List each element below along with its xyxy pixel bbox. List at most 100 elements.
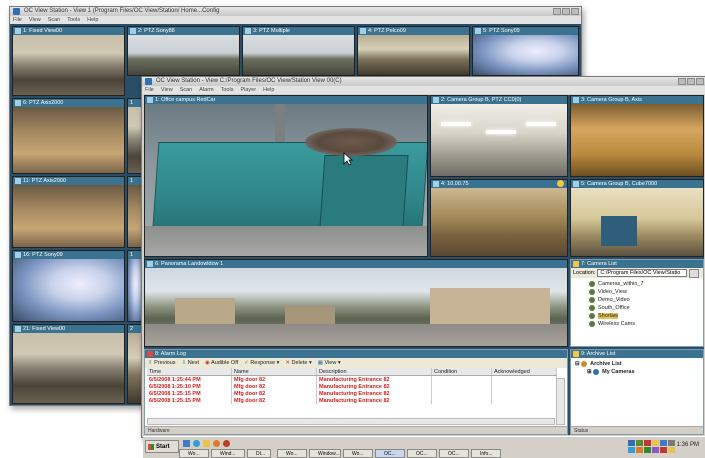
taskbar-item[interactable]: Wo... (179, 449, 209, 458)
camera-tree: Cameras_within_7 Video_View Demo_Video S… (571, 278, 703, 330)
tree-item[interactable]: Cameras_within_7 (589, 280, 699, 288)
table-row[interactable]: 6/5/2008 1:25:15 PM Mfg door 82 Manufactur… (147, 397, 557, 404)
camera-tile[interactable]: 4: 10.00.75 (430, 179, 568, 257)
column-description[interactable]: Description (316, 368, 432, 376)
tree-item[interactable]: South_Office (589, 304, 699, 312)
taskbar-item[interactable]: Info... (471, 449, 501, 458)
camera-tile[interactable]: 5: PTZ Sony09 (472, 26, 579, 76)
taskbar-item[interactable]: DI... (247, 449, 271, 458)
column-acknowledged[interactable]: Acknowledged (491, 368, 557, 376)
audible-off-button[interactable]: ◉ Audible Off (205, 358, 238, 368)
camera-tile[interactable]: 21: Fixed View00 (12, 324, 125, 404)
menu-tools[interactable]: Tools (221, 86, 234, 94)
tray-icon[interactable] (660, 447, 667, 453)
camera-tile[interactable]: 16: PTZ Sony09 (12, 250, 125, 322)
tree-item[interactable]: Shorlaw (589, 312, 699, 320)
close-button[interactable] (696, 78, 704, 85)
next-button[interactable]: ⇩ Next (182, 358, 199, 368)
camera-icon (573, 97, 579, 103)
delete-button[interactable]: ✕ Delete ▾ (285, 358, 311, 368)
tray-icon[interactable] (652, 447, 659, 453)
back-window-titlebar[interactable]: OC View Station - View 1 (Program Files/… (10, 7, 581, 16)
tree-item[interactable]: Demo_Video (589, 296, 699, 304)
tree-item[interactable]: Video_View (589, 288, 699, 296)
camera-tile[interactable]: 1 (127, 98, 142, 174)
tree-item[interactable]: ⊞ My Cameras (575, 368, 699, 376)
camera-tile[interactable]: 6: PTZ Axis2000 (12, 98, 125, 174)
maximize-button[interactable] (562, 8, 570, 15)
app-icon[interactable] (223, 440, 230, 447)
camera-tile[interactable]: 4: PTZ Pelco09 (357, 26, 470, 76)
camera-tile[interactable]: 11: PTZ Axis2000 (12, 176, 125, 248)
camera-tile[interactable]: 5: Camera Group B, Cube7000 (570, 179, 704, 257)
vertical-scrollbar[interactable] (556, 378, 565, 425)
taskbar-item[interactable]: Wo... (343, 449, 373, 458)
main-camera-tile[interactable]: 1: Offce campus RedCar (144, 95, 428, 257)
browse-button[interactable] (689, 268, 700, 278)
response-button[interactable]: ✓ Response ▾ (244, 358, 279, 368)
tray-icon[interactable] (644, 447, 651, 453)
menu-alarm[interactable]: Alarm (199, 86, 213, 94)
view-button[interactable]: ▦ View ▾ (318, 358, 341, 368)
menu-view[interactable]: View (29, 16, 41, 24)
menu-view[interactable]: View (161, 86, 173, 94)
camera-label: 1 (130, 252, 134, 258)
folder-icon[interactable] (203, 440, 210, 447)
menu-file[interactable]: File (145, 86, 154, 94)
taskbar-item[interactable]: Wind... (211, 449, 245, 458)
column-condition[interactable]: Condition (431, 368, 492, 376)
taskbar-item[interactable]: Wo... (277, 449, 307, 458)
folder-icon (593, 368, 600, 375)
menu-file[interactable]: File (13, 16, 22, 24)
previous-button[interactable]: ⇧ Previous (148, 358, 176, 368)
tray-icon[interactable] (628, 447, 635, 453)
desktop-icon[interactable] (183, 440, 190, 447)
panorama-camera-tile[interactable]: 6: Panorama Landowldow 1 (144, 259, 568, 347)
start-button[interactable]: Start (145, 440, 179, 453)
camera-tile[interactable]: 1 (127, 176, 142, 248)
tray-icon[interactable] (636, 447, 643, 453)
menu-help[interactable]: Help (87, 16, 98, 24)
menu-help[interactable]: Help (263, 86, 274, 94)
minimize-button[interactable] (678, 78, 686, 85)
taskbar-item[interactable]: Window... (309, 449, 341, 458)
front-window-titlebar[interactable]: OC View Station - View C:/Program Files/… (142, 77, 705, 86)
browser-icon[interactable] (193, 440, 200, 447)
column-name[interactable]: Name (231, 368, 317, 376)
volume-icon[interactable] (636, 440, 643, 446)
taskbar-item[interactable]: OC... (439, 449, 469, 458)
menu-scan[interactable]: Scan (48, 16, 61, 24)
taskbar-item[interactable]: OC... (407, 449, 437, 458)
camera-tile[interactable]: 2: Camera Group B, PTZ CC0(0) (430, 95, 568, 177)
camera-tile[interactable]: 2 (127, 324, 142, 404)
tray-icon[interactable] (668, 447, 675, 453)
camera-tile[interactable]: 1 (127, 250, 142, 322)
table-row[interactable]: 6/5/2008 1:25:44 PM Mfg door 82 Manufactur… (147, 375, 557, 383)
camera-label: 4: PTZ Pelco09 (368, 28, 406, 34)
camera-tile[interactable]: 3: Camera Group B, Axis (570, 95, 704, 177)
horizontal-scrollbar[interactable] (147, 418, 555, 425)
network-icon[interactable] (628, 440, 635, 446)
display-icon[interactable] (660, 440, 667, 446)
camera-tile[interactable]: 3: PTZ Multiple (242, 26, 355, 76)
security-icon[interactable] (644, 440, 651, 446)
close-button[interactable] (571, 8, 579, 15)
clock[interactable]: 1:36 PM (677, 442, 699, 448)
menu-player[interactable]: Player (240, 86, 256, 94)
update-icon[interactable] (652, 440, 659, 446)
location-input[interactable]: C:/Program Files/OC View/Statio (597, 269, 688, 277)
table-row[interactable]: 6/5/2008 1:25:10 PM Mfg door 82 Manufactur… (147, 383, 557, 390)
menu-tools[interactable]: Tools (67, 16, 80, 24)
camera-tile[interactable]: 1: Fixed View00 (12, 26, 125, 96)
column-time[interactable]: Time (147, 368, 232, 376)
menu-scan[interactable]: Scan (180, 86, 193, 94)
table-row[interactable]: 6/5/2008 1:25:15 PM Mfg door 82 Manufactur… (147, 390, 557, 397)
tree-item[interactable]: Wireless Cams (589, 320, 699, 328)
power-icon[interactable] (668, 440, 675, 446)
tree-item[interactable]: ⊟ Archive List (575, 360, 699, 368)
minimize-button[interactable] (553, 8, 561, 15)
camera-tile[interactable]: 2: PTZ Sony88 (127, 26, 240, 76)
media-icon[interactable] (213, 440, 220, 447)
maximize-button[interactable] (687, 78, 695, 85)
taskbar-item[interactable]: OC... (375, 449, 405, 458)
